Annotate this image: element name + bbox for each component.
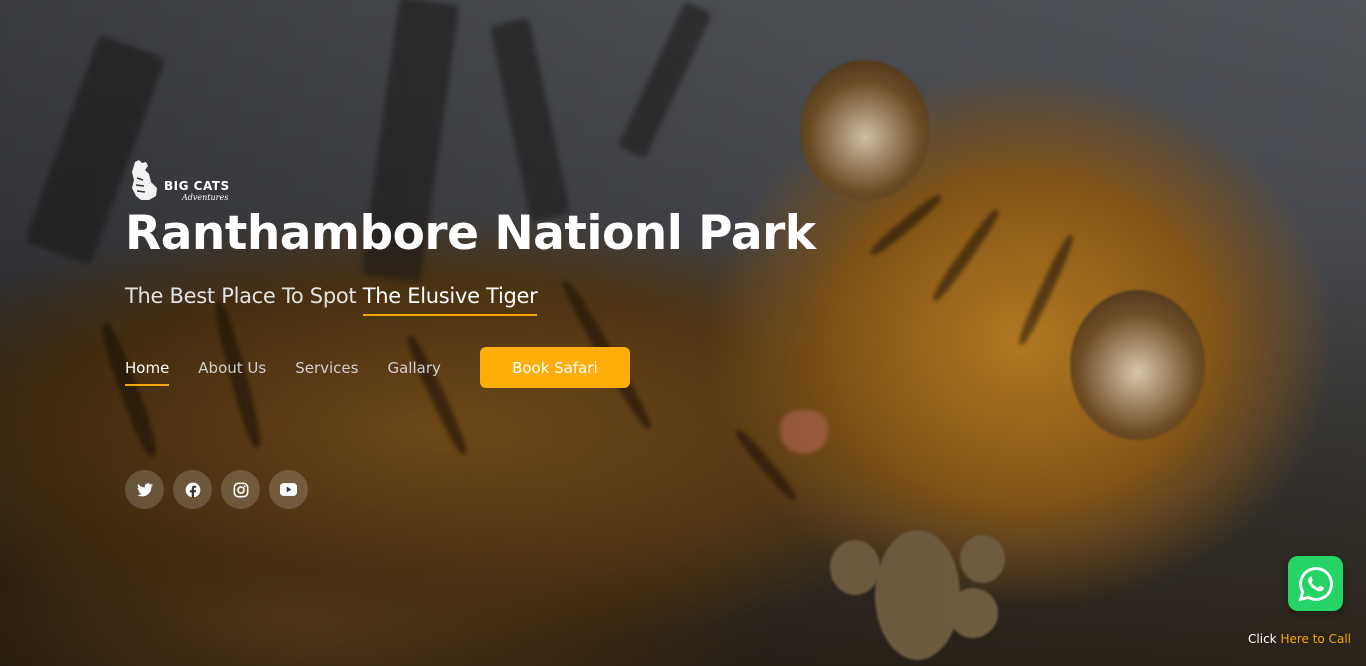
tiger-logo-icon (132, 160, 157, 200)
brand-logo[interactable]: BIG CATS Adventures (127, 158, 230, 202)
main-nav: Home About Us Services Gallary Book Safa… (125, 347, 630, 388)
facebook-icon (185, 482, 200, 498)
twitter-icon (136, 482, 153, 496)
logo-wordmark: BIG CATS (164, 179, 230, 193)
call-link[interactable]: Here to Call (1280, 632, 1351, 646)
call-prompt-prefix: Click (1248, 632, 1281, 646)
hero-subtitle: The Best Place To Spot The Elusive Tiger (125, 284, 538, 316)
nav-item-about-us[interactable]: About Us (198, 359, 266, 377)
call-prompt: Click Here to Call (1248, 632, 1351, 646)
social-links (125, 470, 317, 509)
nav-item-services[interactable]: Services (295, 359, 358, 377)
nav-item-gallary[interactable]: Gallary (387, 359, 440, 377)
whatsapp-icon (1298, 566, 1333, 601)
hero-background (0, 0, 1366, 666)
hero-subtitle-prefix: The Best Place To Spot (125, 284, 363, 308)
youtube-icon (280, 483, 297, 496)
book-safari-button[interactable]: Book Safari (479, 347, 630, 388)
instagram-link[interactable] (221, 470, 260, 509)
instagram-icon (233, 482, 248, 497)
logo-tagline: Adventures (182, 193, 229, 202)
hero-subtitle-highlight: The Elusive Tiger (362, 284, 538, 316)
twitter-link[interactable] (125, 470, 164, 509)
youtube-link[interactable] (269, 470, 308, 509)
facebook-link[interactable] (173, 470, 212, 509)
nav-item-home[interactable]: Home (125, 359, 170, 386)
whatsapp-button[interactable] (1288, 556, 1343, 611)
hero-title: Ranthambore Nationl Park (125, 206, 816, 261)
